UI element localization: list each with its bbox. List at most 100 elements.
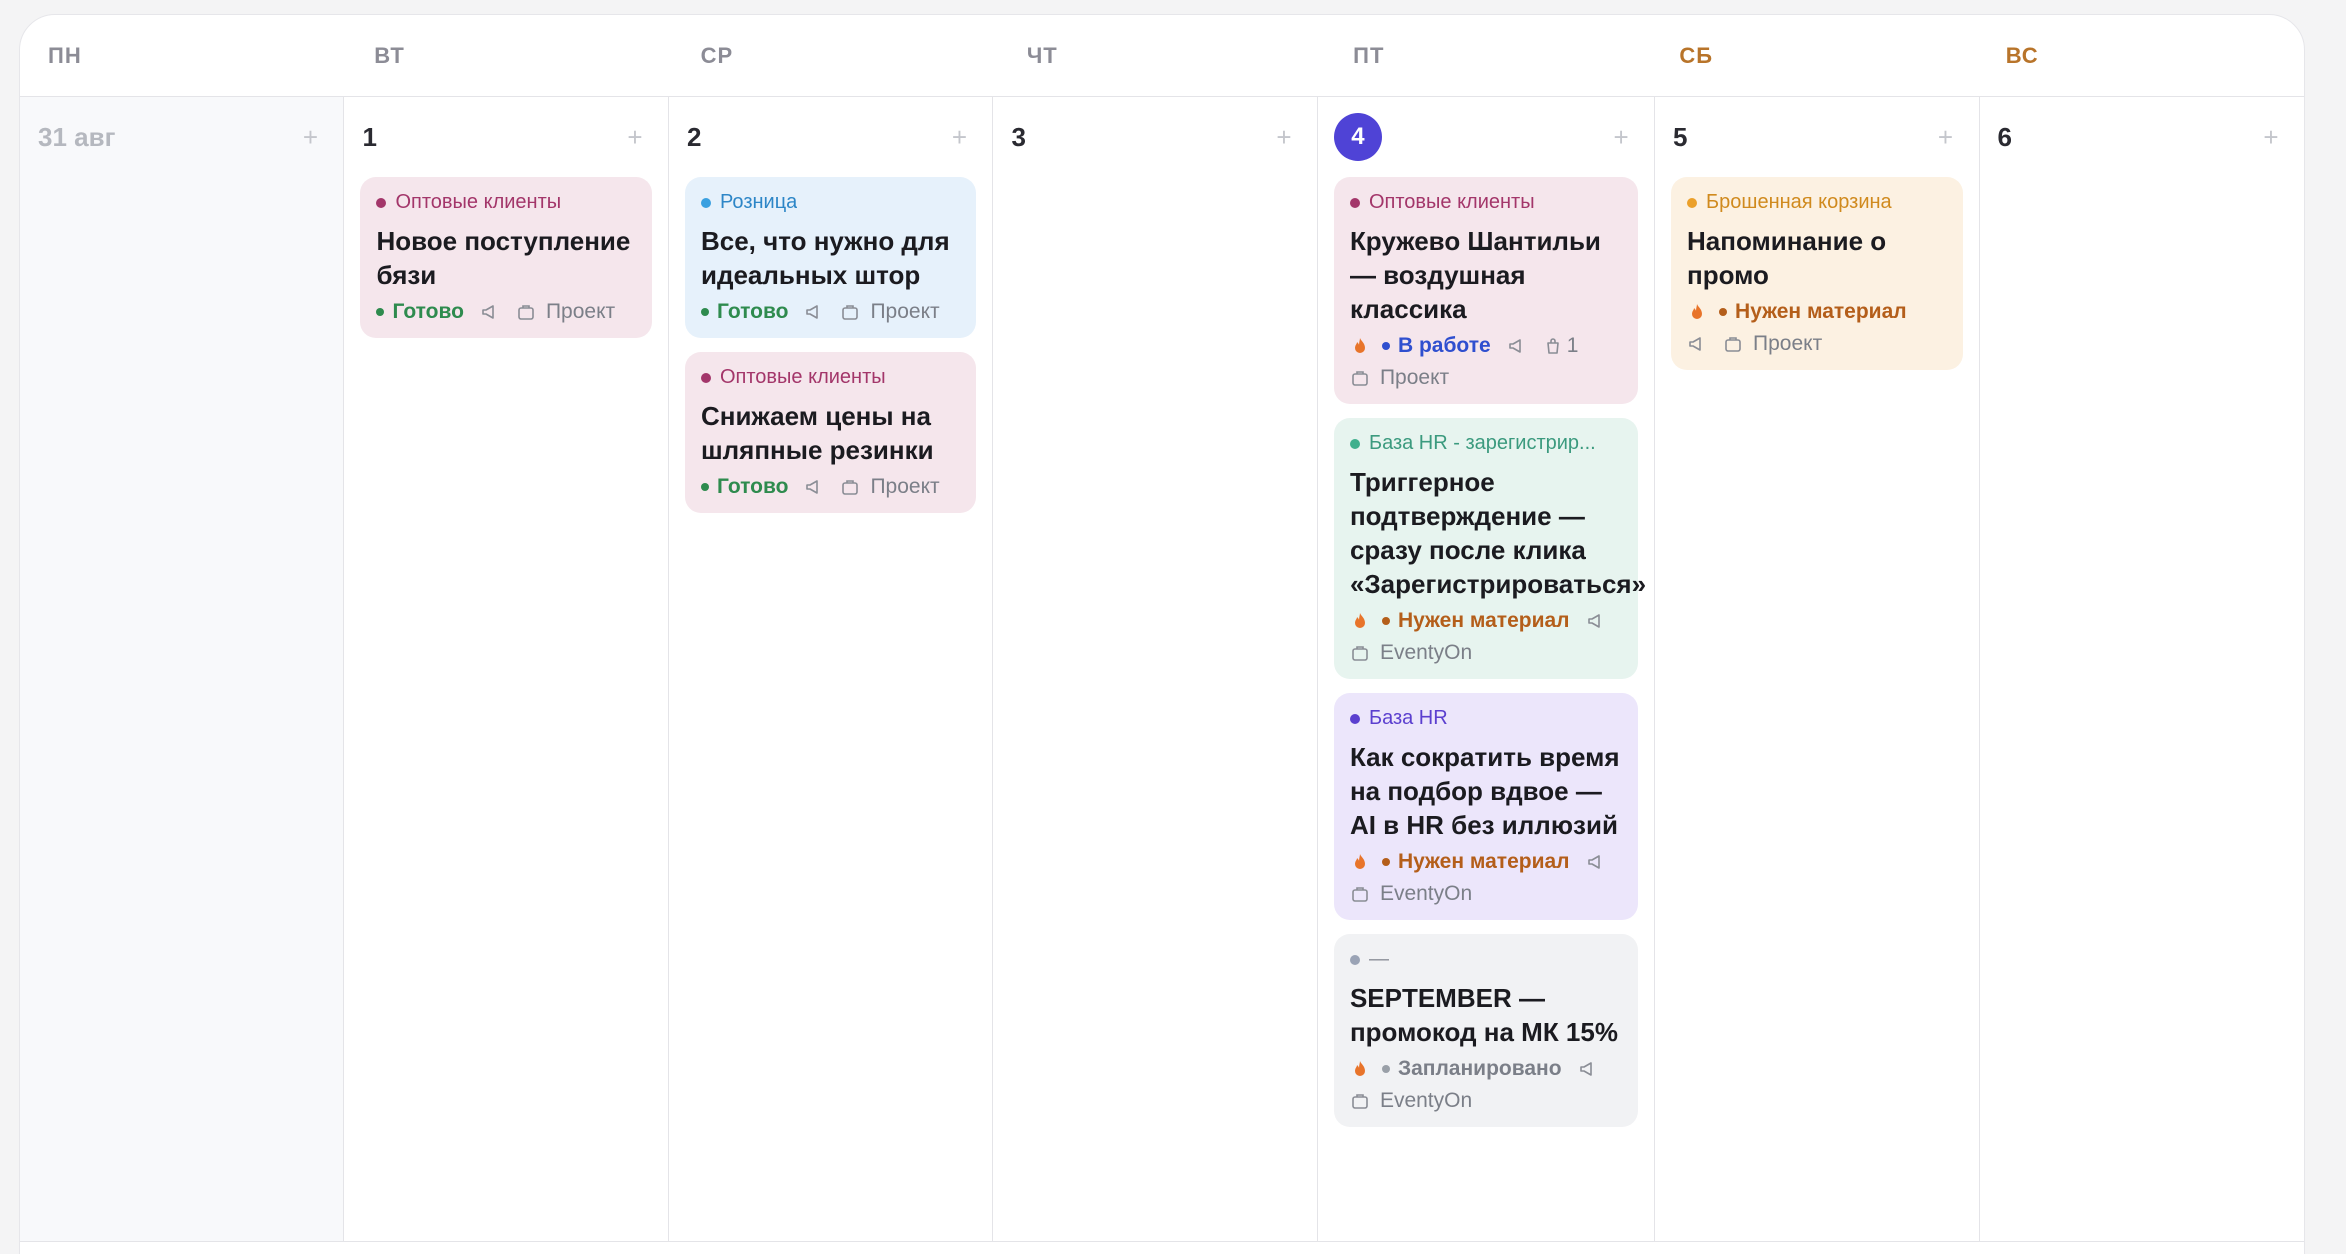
segment-tag: Розница (700, 191, 960, 214)
bag-icon (1546, 338, 1559, 354)
status-badge: Нужен материал (1719, 300, 1907, 324)
today-marker: 4 (1333, 113, 1382, 161)
segment-tag: Оптовые клиенты (376, 191, 635, 214)
segment-dot (1687, 197, 1698, 208)
day-number: 3 (1011, 121, 1026, 152)
week-row: 31 авг + 1 + Оптовые клиенты Новое посту… (20, 97, 2304, 1242)
project-label: Проект (516, 300, 615, 324)
event-card[interactable]: Оптовые клиенты Новое поступление бязи Г… (360, 177, 652, 338)
briefcase-icon (1352, 1094, 1368, 1109)
flame-icon (1687, 302, 1707, 322)
project-label: Проект (1350, 366, 1449, 390)
event-title: Все, что нужно для идеальных штор (700, 226, 950, 290)
event-title: Снижаем цены на шляпные резинки (700, 401, 934, 465)
weekday-sun: ВС (2005, 43, 2039, 68)
event-title: Новое поступление бязи (376, 226, 631, 290)
event-card[interactable]: Оптовые клиенты Снижаем цены на шляпные … (684, 352, 977, 513)
event-card[interactable]: Брошенная корзина Напоминание о промо Ну… (1671, 177, 1963, 370)
segment-tag: База HR (1349, 707, 1622, 730)
segment-tag: Брошенная корзина (1687, 191, 1946, 214)
day-number: 1 (362, 121, 377, 152)
day-number: 5 (1673, 121, 1688, 152)
event-card[interactable]: Оптовые клиенты Кружево Шантильи — возду… (1333, 177, 1639, 404)
event-meta: В работе 1 Проект (1350, 334, 1622, 390)
project-label: Проект (1723, 332, 1822, 356)
event-meta: Готово Проект (376, 300, 635, 324)
briefcase-icon (1725, 337, 1741, 352)
status-badge: Готово (376, 300, 464, 324)
megaphone-icon (1578, 1059, 1598, 1079)
event-card[interactable]: База HR Как сократить время на подбор вд… (1333, 693, 1639, 920)
day-cell-aug-31[interactable]: 31 авг + (20, 97, 345, 1241)
day-number: 6 (1997, 121, 2012, 152)
event-title: SEPTEMBER — промокод на МК 15% (1349, 983, 1618, 1047)
project-label: EventyOn (1350, 641, 1472, 665)
segment-tag: Оптовые клиенты (700, 366, 960, 389)
event-title: Кружево Шантильи — воздушная классика (1349, 226, 1601, 324)
day-cell-5[interactable]: 5 + Брошенная корзина Напоминание о пром… (1655, 97, 1980, 1241)
event-card[interactable]: База HR - зарегистрир... Триггерное подт… (1333, 418, 1646, 679)
add-event-button[interactable]: + (295, 124, 325, 150)
megaphone-icon (1586, 852, 1606, 872)
weekday-wed: СР (700, 43, 734, 68)
day-number: 31 авг (38, 121, 116, 152)
add-event-button[interactable]: + (944, 124, 974, 150)
status-badge: Нужен материал (1381, 609, 1570, 633)
event-card[interactable]: — SEPTEMBER — промокод на МК 15% Заплани… (1333, 934, 1639, 1127)
event-title: Триггерное подтверждение — сразу после к… (1349, 467, 1647, 599)
briefcase-icon (1352, 887, 1368, 902)
event-meta: Нужен материал EventyOn (1350, 850, 1622, 906)
add-event-button[interactable]: + (620, 124, 650, 150)
project-label: Проект (840, 300, 940, 324)
segment-dot (1349, 713, 1360, 724)
add-event-button[interactable]: + (1606, 124, 1636, 150)
status-badge: Нужен материал (1381, 850, 1570, 874)
calendar-board: ПН ВТ СР ЧТ ПТ СБ ВС 31 авг + 1 + Оптовы… (19, 14, 2305, 1254)
event-meta: Нужен материал EventyOn (1350, 609, 1622, 665)
weekday-mon: ПН (48, 43, 82, 68)
megaphone-icon (804, 302, 824, 322)
add-event-button[interactable]: + (1931, 124, 1961, 150)
segment-dot (1349, 197, 1360, 208)
event-meta: Запланировано EventyOn (1350, 1057, 1622, 1113)
event-card[interactable]: Розница Все, что нужно для идеальных што… (684, 177, 977, 338)
flame-icon (1350, 336, 1370, 356)
segment-dot (376, 197, 387, 208)
megaphone-icon (1507, 336, 1527, 356)
flame-icon (1350, 852, 1370, 872)
megaphone-icon (804, 477, 824, 497)
add-event-button[interactable]: + (2256, 124, 2286, 150)
status-badge: Запланировано (1381, 1057, 1562, 1081)
status-badge: Готово (700, 475, 788, 499)
day-cell-4[interactable]: 4 + Оптовые клиенты Кружево Шантильи — в… (1318, 97, 1656, 1241)
status-badge: В работе (1381, 334, 1491, 358)
weekday-thu: ЧТ (1026, 43, 1058, 68)
status-badge: Готово (700, 300, 788, 324)
project-label: Проект (840, 475, 940, 499)
weekday-sat: СБ (1679, 43, 1714, 68)
weekday-fri: ПТ (1353, 43, 1385, 68)
briefcase-icon (842, 305, 859, 320)
weekday-header: ПН ВТ СР ЧТ ПТ СБ ВС (20, 15, 2304, 97)
segment-dot (700, 372, 711, 383)
flame-icon (1350, 1059, 1370, 1079)
briefcase-icon (1352, 646, 1368, 661)
add-event-button[interactable]: + (1269, 124, 1299, 150)
day-cell-3[interactable]: 3 + (993, 97, 1318, 1241)
project-label: EventyOn (1350, 1089, 1472, 1113)
segment-tag: База HR - зарегистрир... (1349, 432, 1622, 455)
briefcase-icon (842, 480, 859, 495)
day-number: 2 (686, 121, 702, 152)
briefcase-icon (1352, 371, 1368, 386)
event-meta: Готово Проект (700, 475, 960, 499)
megaphone-icon (480, 302, 500, 322)
segment-dot (1349, 438, 1360, 449)
megaphone-icon (1586, 611, 1606, 631)
project-label: EventyOn (1350, 882, 1472, 906)
segment-dot (1349, 954, 1360, 965)
day-cell-6[interactable]: 6 + (1980, 97, 2304, 1241)
day-cell-2[interactable]: 2 + Розница Все, что нужно для идеальных… (669, 97, 994, 1241)
flame-icon (1350, 611, 1370, 631)
segment-tag: — (1349, 948, 1622, 971)
day-cell-1[interactable]: 1 + Оптовые клиенты Новое поступление бя… (344, 97, 669, 1241)
